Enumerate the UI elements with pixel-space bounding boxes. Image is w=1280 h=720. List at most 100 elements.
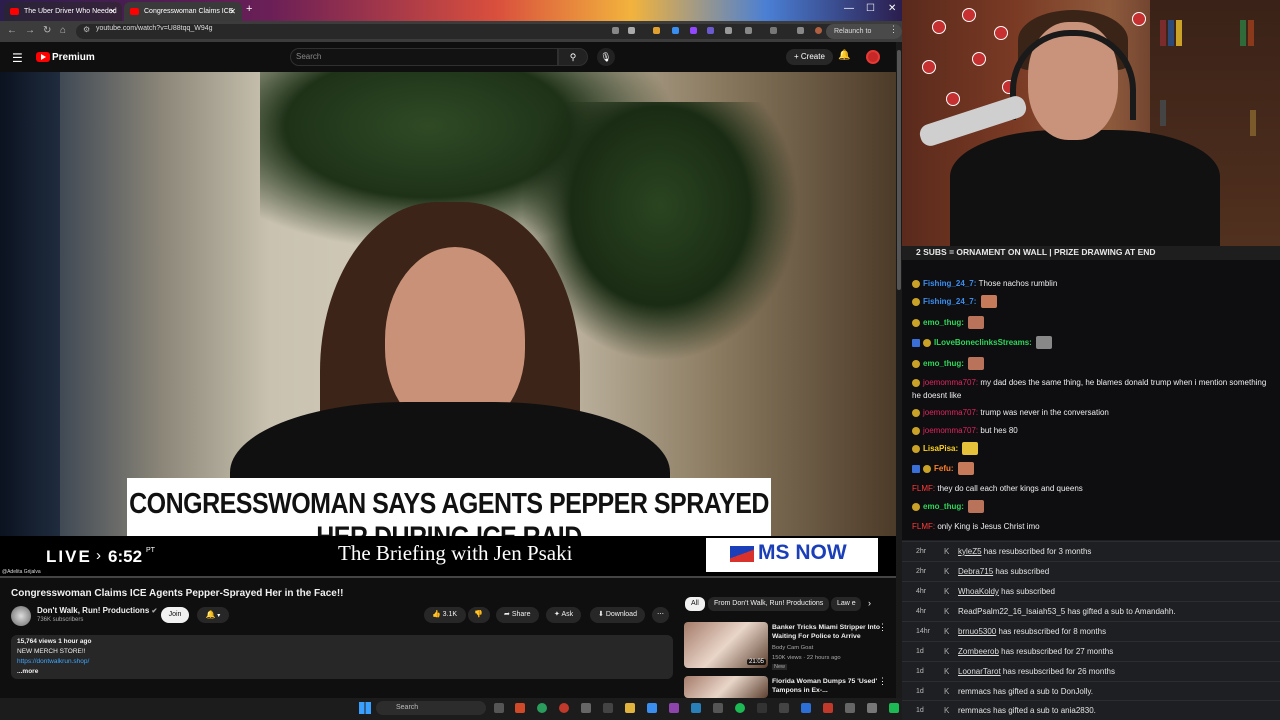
- file-explorer-icon[interactable]: [625, 703, 635, 713]
- channel-avatar[interactable]: [11, 606, 31, 626]
- subscribed-bell-button[interactable]: 🔔 ▾: [197, 607, 229, 623]
- video-player[interactable]: CONGRESSWOMAN SAYS AGENTS PEPPER SPRAYED…: [0, 72, 898, 578]
- event-username[interactable]: remmacs: [958, 706, 991, 715]
- chrome-icon[interactable]: [559, 703, 569, 713]
- app-icon[interactable]: [713, 703, 723, 713]
- recommendation-thumbnail[interactable]: [684, 676, 768, 698]
- close-window-icon[interactable]: ✕: [888, 3, 896, 14]
- event-username[interactable]: ReadPsalm22_16_Isaiah53_5: [958, 607, 1065, 616]
- app-icon[interactable]: [603, 703, 613, 713]
- extension-icon[interactable]: [653, 27, 660, 34]
- app-icon[interactable]: [823, 703, 833, 713]
- chat-username[interactable]: FLMF: [912, 484, 933, 493]
- app-icon[interactable]: [757, 703, 767, 713]
- event-username[interactable]: WhoaKoldy: [958, 587, 999, 596]
- windows-start-icon[interactable]: [359, 702, 371, 714]
- menu-icon[interactable]: ☰: [12, 51, 23, 65]
- tab-uber-driver[interactable]: The Uber Driver Who Needed ✕: [4, 2, 122, 21]
- chat-username[interactable]: Fishing_24_7: [923, 279, 974, 288]
- event-username[interactable]: brnuo5300: [958, 627, 996, 636]
- description-box[interactable]: [11, 635, 673, 679]
- chevron-right-icon[interactable]: ›: [868, 598, 871, 608]
- chat-username[interactable]: emo_thug: [923, 359, 961, 368]
- search-input[interactable]: [290, 48, 558, 66]
- new-tab-icon[interactable]: +: [246, 3, 252, 15]
- event-username[interactable]: Zombeerob: [958, 647, 999, 656]
- share-button[interactable]: ➦ Share: [496, 607, 539, 623]
- app-icon[interactable]: [845, 703, 855, 713]
- maximize-icon[interactable]: ☐: [866, 3, 875, 14]
- puzzle-extensions-icon[interactable]: [725, 27, 732, 34]
- more-actions-button[interactable]: ⋯: [652, 607, 669, 623]
- chip-all[interactable]: All: [685, 597, 705, 611]
- browser-menu-icon[interactable]: ⋮: [889, 24, 898, 35]
- account-avatar[interactable]: [866, 50, 880, 64]
- notifications-bell-icon[interactable]: 🔔: [838, 50, 850, 61]
- app-icon[interactable]: [779, 703, 789, 713]
- chat-username[interactable]: FLMF: [912, 522, 933, 531]
- chip-law[interactable]: Law e: [831, 597, 861, 611]
- chat-username[interactable]: Fishing_24_7: [923, 297, 974, 306]
- event-username[interactable]: kyleZ5: [958, 547, 982, 556]
- cast-icon[interactable]: [612, 27, 619, 34]
- merch-link[interactable]: https://dontwalkrun.shop/: [17, 658, 89, 665]
- minimize-icon[interactable]: —: [844, 3, 854, 14]
- chat-username[interactable]: Fefu: [934, 464, 951, 473]
- extension-icon[interactable]: [672, 27, 679, 34]
- chip-from-channel[interactable]: From Don't Walk, Run! Productions: [708, 597, 830, 611]
- event-username[interactable]: remmacs: [958, 687, 991, 696]
- chat-username[interactable]: emo_thug: [923, 318, 961, 327]
- chat-username[interactable]: ILoveBoneclinksStreams: [934, 338, 1029, 347]
- show-more-link[interactable]: ...more: [17, 668, 38, 675]
- dislike-button[interactable]: 👎: [468, 607, 490, 623]
- close-tab-icon[interactable]: ✕: [229, 2, 236, 21]
- chat-username[interactable]: LisaPisa: [923, 444, 955, 453]
- spotify-icon[interactable]: [735, 703, 745, 713]
- chat-username[interactable]: joemomma707: [923, 408, 976, 417]
- home-icon[interactable]: ⌂: [60, 25, 66, 36]
- reload-icon[interactable]: ↻: [43, 25, 51, 36]
- task-view-icon[interactable]: [494, 703, 504, 713]
- sidepanel-icon[interactable]: [770, 27, 777, 34]
- app-icon[interactable]: [515, 703, 525, 713]
- recommendation-title[interactable]: Florida Woman Dumps 75 'Used' Tampons in…: [772, 677, 882, 695]
- event-username[interactable]: LoonarTarot: [958, 667, 1001, 676]
- profile-avatar-icon[interactable]: [815, 27, 822, 34]
- create-button[interactable]: + Create: [786, 49, 833, 65]
- app-icon[interactable]: [647, 703, 657, 713]
- extension-icon[interactable]: [707, 27, 714, 34]
- app-icon[interactable]: [581, 703, 591, 713]
- ask-button[interactable]: ✦ Ask: [546, 607, 582, 623]
- download-icon[interactable]: [797, 27, 804, 34]
- recommendation-title[interactable]: Banker Tricks Miami Stripper Into Waitin…: [772, 623, 882, 641]
- chat-username[interactable]: joemomma707: [923, 378, 976, 387]
- search-button[interactable]: ⚲: [558, 48, 588, 66]
- chat-username[interactable]: joemomma707: [923, 426, 976, 435]
- more-vertical-icon[interactable]: ⋮: [878, 622, 887, 633]
- twitch-extension-icon[interactable]: [690, 27, 697, 34]
- scrollbar-thumb[interactable]: [897, 50, 901, 290]
- back-icon[interactable]: ←: [7, 25, 17, 36]
- event-username[interactable]: Debra715: [958, 567, 993, 576]
- channel-name[interactable]: Don't Walk, Run! Productions ✔: [37, 606, 157, 615]
- app-icon[interactable]: [669, 703, 679, 713]
- app-icon[interactable]: [801, 703, 811, 713]
- extension-icon[interactable]: [745, 27, 752, 34]
- youtube-brand[interactable]: Premium: [52, 52, 95, 63]
- forward-icon[interactable]: →: [25, 25, 35, 36]
- video-progress-bar[interactable]: [0, 576, 898, 578]
- tab-congresswoman[interactable]: Congresswoman Claims ICE ✕: [124, 2, 242, 21]
- close-tab-icon[interactable]: ✕: [109, 2, 116, 21]
- taskbar-search[interactable]: Search: [376, 701, 486, 715]
- download-button[interactable]: ⬇ Download: [590, 607, 645, 623]
- join-button[interactable]: Join: [161, 607, 189, 623]
- site-info-icon[interactable]: ⚙: [83, 25, 90, 34]
- app-icon[interactable]: [867, 703, 877, 713]
- voice-search-button[interactable]: 🎙: [597, 48, 615, 66]
- more-vertical-icon[interactable]: ⋮: [878, 676, 887, 687]
- recommendation-channel[interactable]: Body Cam Goat: [772, 645, 813, 651]
- chrome-icon[interactable]: [537, 703, 547, 713]
- chat-username[interactable]: emo_thug: [923, 502, 961, 511]
- bookmark-star-icon[interactable]: [628, 27, 635, 34]
- like-button[interactable]: 👍 3.1K: [424, 607, 466, 623]
